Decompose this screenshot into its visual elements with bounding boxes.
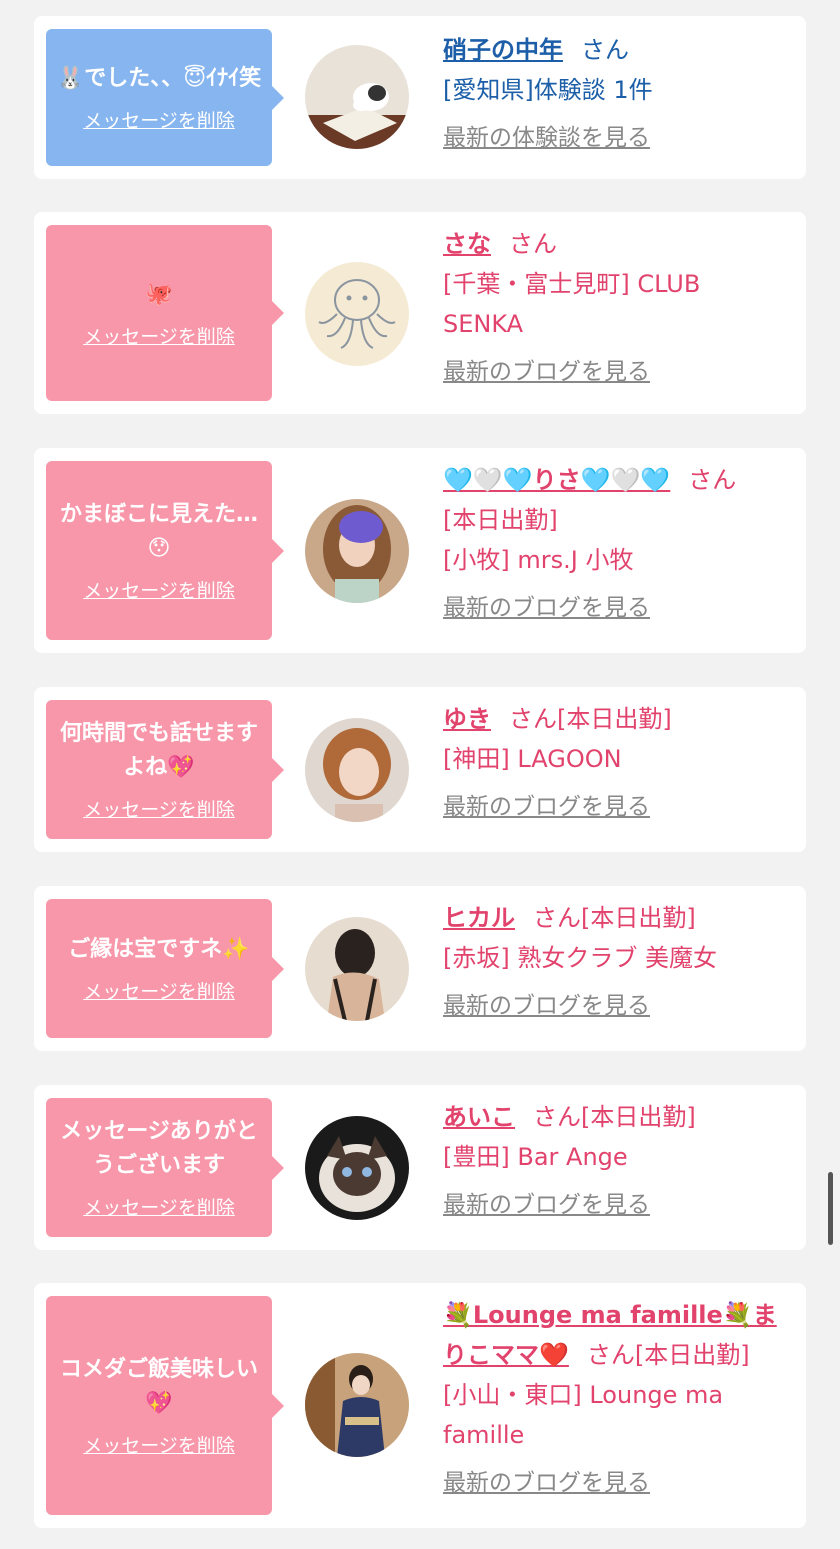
woman-long-hair-icon (305, 499, 409, 603)
profile-shop: [千葉・富士見町] CLUB SENKA (443, 270, 701, 338)
delete-message-link[interactable]: メッセージを削除 (83, 977, 235, 1004)
profile-info: さな さん [千葉・富士見町] CLUB SENKA 最新のブログを見る (443, 224, 792, 392)
profile-name-link[interactable]: 🩵🤍🩵りさ🩵🤍🩵 (443, 466, 670, 494)
message-bubble: かまぼこに見えた…😯 メッセージを削除 (46, 461, 284, 640)
honorific: さん (581, 36, 629, 64)
message-text: 🐰でした、、😇ｲﾅｲ笑 (56, 66, 262, 91)
profile-shop: [神田] LAGOON (443, 745, 622, 773)
message-text: コメダご飯美味しい💖 (59, 1357, 258, 1416)
woman-back-icon (305, 917, 409, 1021)
delete-message-link[interactable]: メッセージを削除 (83, 1431, 235, 1458)
profile-info: あいこ さん[本日出勤] [豊田] Bar Ange 最新のブログを見る (443, 1097, 792, 1225)
himalayan-cat-icon (305, 1116, 409, 1220)
latest-blog-link[interactable]: 最新のブログを見る (443, 588, 792, 628)
message-bubble: 何時間でも話せますよね💖 メッセージを削除 (46, 700, 284, 839)
honorific: さん (509, 230, 557, 258)
latest-blog-link[interactable]: 最新のブログを見る (443, 352, 792, 392)
avatar[interactable] (305, 499, 409, 603)
profile-name-link[interactable]: 硝子の中年 (443, 36, 563, 64)
message-text: ご縁は宝ですネ✨ (68, 937, 250, 962)
delete-message-link[interactable]: メッセージを削除 (83, 1193, 235, 1220)
message-bubble: メッセージありがとうございます メッセージを削除 (46, 1098, 284, 1237)
latest-blog-link[interactable]: 最新のブログを見る (443, 986, 792, 1026)
profile-info: 🩵🤍🩵りさ🩵🤍🩵 さん [本日出勤] [小牧] mrs.J 小牧 最新のブログを見… (443, 460, 792, 628)
honorific: さん[本日出勤] (533, 904, 696, 932)
honorific: さん[本日出勤] (509, 705, 672, 733)
message-card: かまぼこに見えた…😯 メッセージを削除 🩵🤍🩵りさ🩵🤍🩵 さん [本日出勤] [小… (34, 448, 806, 653)
avatar[interactable] (305, 1116, 409, 1220)
honorific: さん[本日出勤] (533, 1103, 696, 1131)
profile-status: [本日出勤] (443, 506, 558, 534)
profile-name-link[interactable]: あいこ (443, 1103, 515, 1131)
delete-message-link[interactable]: メッセージを削除 (83, 322, 235, 349)
message-bubble: 🐙 メッセージを削除 (46, 225, 284, 401)
honorific: さん[本日出勤] (586, 1341, 750, 1369)
message-card: 🐙 メッセージを削除 さな さん [千葉・富士見町] CLUB SENKA 最新の… (34, 212, 806, 414)
profile-name-link[interactable]: ゆき (443, 705, 491, 733)
profile-info: 硝子の中年 さん [愛知県]体験談 1件 最新の体験談を見る (443, 30, 792, 158)
cat-on-book-icon (305, 45, 409, 149)
honorific: さん (688, 466, 737, 494)
profile-name-link[interactable]: ヒカル (443, 904, 515, 932)
delete-message-link[interactable]: メッセージを削除 (83, 576, 235, 603)
message-card: コメダご飯美味しい💖 メッセージを削除 💐Lounge ma famille💐ま… (34, 1283, 806, 1528)
octopus-icon (305, 262, 409, 366)
latest-review-link[interactable]: 最新の体験談を見る (443, 118, 792, 158)
avatar[interactable] (305, 262, 409, 366)
message-bubble: 🐰でした、、😇ｲﾅｲ笑 メッセージを削除 (46, 29, 284, 166)
delete-message-link[interactable]: メッセージを削除 (83, 106, 235, 133)
profile-info: ゆき さん[本日出勤] [神田] LAGOON 最新のブログを見る (443, 699, 792, 827)
avatar[interactable] (305, 1353, 409, 1457)
latest-blog-link[interactable]: 最新のブログを見る (443, 1185, 792, 1225)
latest-blog-link[interactable]: 最新のブログを見る (443, 1463, 792, 1503)
avatar[interactable] (305, 45, 409, 149)
message-text: 🐙 (145, 281, 173, 307)
profile-shop: [豊田] Bar Ange (443, 1143, 628, 1171)
profile-location: [愛知県]体験談 1件 (443, 76, 653, 104)
profile-info: ヒカル さん[本日出勤] [赤坂] 熟女クラブ 美魔女 最新のブログを見る (443, 898, 792, 1026)
delete-message-link[interactable]: メッセージを削除 (83, 795, 235, 822)
scrollbar[interactable] (828, 1172, 833, 1245)
message-card: メッセージありがとうございます メッセージを削除 あいこ さん[本日出勤] [豊田… (34, 1085, 806, 1250)
avatar[interactable] (305, 718, 409, 822)
woman-short-hair-icon (305, 718, 409, 822)
message-card: 🐰でした、、😇ｲﾅｲ笑 メッセージを削除 硝子の中年 さん [愛知県]体験談 1件… (34, 16, 806, 179)
woman-kimono-icon (305, 1353, 409, 1457)
latest-blog-link[interactable]: 最新のブログを見る (443, 787, 792, 827)
profile-shop: [小牧] mrs.J 小牧 (443, 546, 634, 574)
message-bubble: ご縁は宝ですネ✨ メッセージを削除 (46, 899, 284, 1038)
message-text: 何時間でも話せますよね💖 (59, 721, 258, 780)
message-card: ご縁は宝ですネ✨ メッセージを削除 ヒカル さん[本日出勤] [赤坂] 熟女クラブ… (34, 886, 806, 1051)
message-card: 何時間でも話せますよね💖 メッセージを削除 ゆき さん[本日出勤] [神田] LA… (34, 687, 806, 852)
avatar[interactable] (305, 917, 409, 1021)
profile-shop: [赤坂] 熟女クラブ 美魔女 (443, 944, 717, 972)
profile-name-link[interactable]: さな (443, 230, 491, 258)
profile-info: 💐Lounge ma famille💐まりこママ❤️ さん[本日出勤] [小山・東… (443, 1295, 792, 1503)
message-text: かまぼこに見えた…😯 (59, 502, 258, 561)
message-bubble: コメダご飯美味しい💖 メッセージを削除 (46, 1296, 284, 1515)
message-text: メッセージありがとうございます (60, 1119, 258, 1178)
profile-shop: [小山・東口] Lounge ma famille (443, 1381, 724, 1449)
